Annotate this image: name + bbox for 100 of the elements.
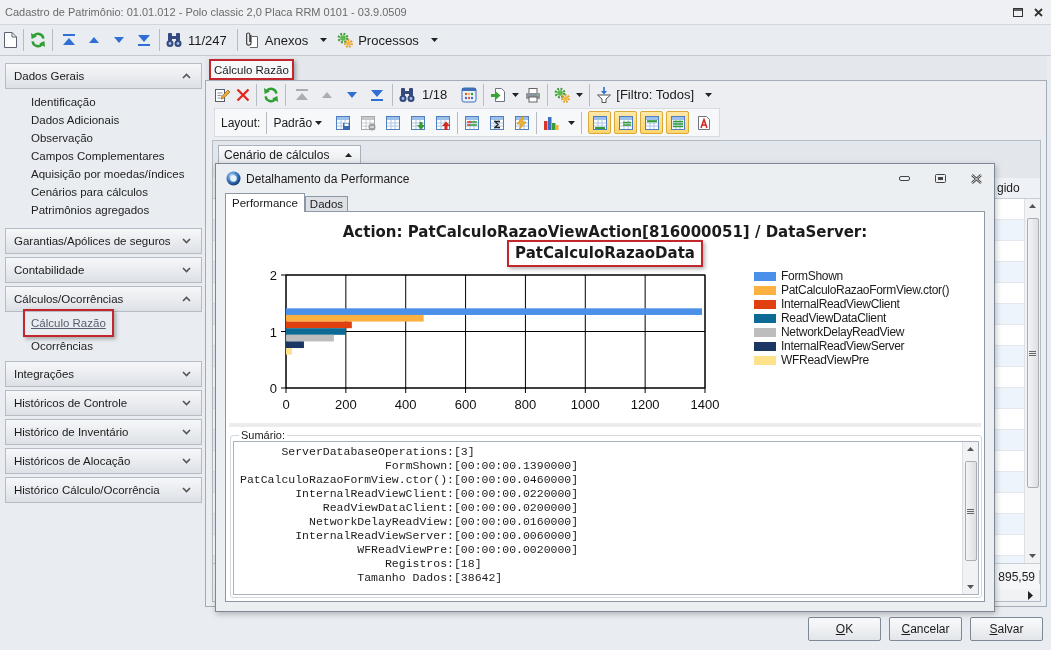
axis-category-label: 0 (269, 381, 277, 396)
table-sigma-icon[interactable] (489, 114, 506, 131)
chart-title: Action: PatCalculoRazaoViewAction[816000051] / DataServer: (342, 223, 868, 242)
binoculars-icon[interactable] (399, 86, 415, 103)
vertical-scrollbar[interactable] (962, 442, 978, 594)
scrollbar-thumb[interactable] (1026, 218, 1039, 488)
summary-label: PatCalculoRazaoFormView.ctor(): (240, 473, 454, 487)
section-header[interactable]: Cálculos/Ocorrências (5, 286, 202, 312)
summary-label: Registros: (384, 557, 454, 571)
scroll-up-icon[interactable] (1029, 204, 1036, 208)
axis-tick-label: 800 (514, 397, 537, 412)
nav-link[interactable]: Ocorrências (31, 337, 93, 355)
refresh-icon[interactable] (30, 32, 46, 48)
axis-tick-label: 1000 (570, 397, 600, 412)
view-toggle-button[interactable] (614, 111, 638, 134)
chevron-down-icon (182, 400, 191, 406)
summary-label: WFReadViewPre: (357, 543, 454, 557)
dialog-button[interactable]: Cancelar (889, 617, 962, 641)
arrow-down-to-bar-icon[interactable] (135, 32, 152, 48)
minimize-icon[interactable] (899, 176, 910, 181)
nav-link[interactable]: Cálculo Razão (23, 309, 114, 337)
summary-value: [00:00:00.0060000] (453, 529, 579, 543)
table-icon[interactable] (385, 114, 402, 131)
new-document-icon[interactable] (3, 32, 17, 48)
axis-tick-label: 600 (454, 397, 477, 412)
refresh-icon[interactable] (263, 86, 279, 103)
table-icon (643, 114, 660, 131)
table-lines-icon[interactable] (464, 114, 481, 131)
nav-link[interactable]: Campos Complementares (31, 147, 165, 165)
summary-label: Tamanho Dados: (357, 571, 454, 585)
section-header[interactable]: Integrações (5, 361, 202, 387)
section-header[interactable]: Histórico de Inventário (5, 419, 202, 445)
view-toggle-button[interactable] (588, 111, 612, 134)
tab[interactable]: Dados (304, 196, 349, 211)
axis-tick-label: 200 (335, 397, 357, 412)
summary-value: [00:00:00.0160000] (453, 515, 579, 529)
summary-value: [00:00:00.0020000] (453, 543, 579, 557)
menu-button[interactable]: Anexos (243, 32, 332, 48)
summary-value: [38642] (453, 571, 504, 585)
nav-link[interactable]: Aquisição por moedas/índices (31, 165, 185, 183)
scroll-right-icon[interactable] (1028, 590, 1033, 600)
chevron-down-icon (182, 429, 191, 435)
dialog-button[interactable]: OK (808, 617, 881, 641)
nav-link[interactable]: Cenários para cálculos (31, 183, 148, 201)
arrow-up-to-bar-icon[interactable] (60, 32, 77, 48)
section-header[interactable]: Dados Gerais (5, 63, 202, 89)
summary-label: FormShown: (384, 459, 454, 473)
printer-icon[interactable] (525, 86, 542, 103)
section-header[interactable]: Históricos de Alocação (5, 448, 202, 474)
scroll-up-icon[interactable] (967, 447, 974, 451)
tab[interactable]: Cálculo Razão (209, 59, 294, 80)
caret-down-icon[interactable] (568, 120, 576, 125)
bar-chart-icon[interactable] (543, 114, 560, 131)
section-header[interactable]: Contabilidade (5, 257, 202, 283)
page-arrow-icon[interactable] (490, 86, 507, 103)
chart-title: PatCalculoRazaoData (507, 240, 703, 267)
filter-dropdown[interactable]: [Filtro: Todos] (596, 86, 717, 103)
group-by-chip[interactable]: Cenário de cálculos (218, 145, 362, 165)
summary-value: [3] (453, 445, 476, 459)
table-lightning-icon[interactable] (514, 114, 531, 131)
maximize-icon[interactable] (935, 174, 946, 183)
caret-down-icon[interactable] (576, 92, 584, 97)
axis-tick-label: 1400 (690, 397, 720, 412)
section-header[interactable]: Garantias/Apólices de seguros (5, 228, 202, 254)
paperclip-icon (243, 32, 260, 48)
close-icon[interactable] (1034, 7, 1043, 17)
summary-label: InternalReadViewClient: (295, 487, 454, 501)
nav-link[interactable]: Patrimônios agregados (31, 201, 150, 219)
scroll-down-icon[interactable] (1029, 554, 1036, 558)
edit-icon[interactable] (214, 86, 230, 103)
nav-link[interactable]: Identificação (31, 93, 96, 111)
dialog-title: Detalhamento da Performance (246, 171, 410, 186)
grid-dots-icon[interactable] (461, 86, 478, 103)
nav-link[interactable]: Observação (31, 129, 93, 147)
nav-link[interactable]: Dados Adicionais (31, 111, 120, 129)
axis-tick-label: 1200 (630, 397, 660, 412)
section-header[interactable]: Histórico Cálculo/Ocorrência (5, 477, 202, 503)
scrollbar-thumb[interactable] (964, 461, 977, 561)
axis-category-label: 1 (269, 324, 277, 340)
layout-dropdown[interactable]: Padrão (273, 115, 327, 130)
menu-button[interactable]: Processos (337, 32, 442, 48)
summary-label: ServerDatabaseOperations: (281, 445, 454, 459)
legend-label: NetworkDelayReadView (781, 325, 905, 339)
caret-down-icon[interactable] (512, 92, 520, 97)
view-toggle-button[interactable] (640, 111, 664, 134)
dialog-button[interactable]: Salvar (970, 617, 1043, 641)
caret-down-icon (705, 92, 713, 97)
binoculars-icon[interactable] (166, 32, 182, 48)
maximize-icon[interactable] (1013, 7, 1023, 17)
summary-value: [00:00:00.0220000] (453, 487, 579, 501)
gears-icon[interactable] (554, 86, 571, 103)
close-icon[interactable] (971, 173, 982, 184)
section-header[interactable]: Históricos de Controle (5, 390, 202, 416)
view-toggle-button[interactable] (666, 111, 690, 134)
grip-icon (1029, 350, 1036, 356)
tab[interactable]: Performance (225, 193, 305, 212)
vertical-scrollbar[interactable] (1024, 199, 1040, 563)
delete-icon[interactable] (236, 87, 250, 102)
table-icon (669, 114, 686, 131)
grip-icon (967, 508, 974, 514)
